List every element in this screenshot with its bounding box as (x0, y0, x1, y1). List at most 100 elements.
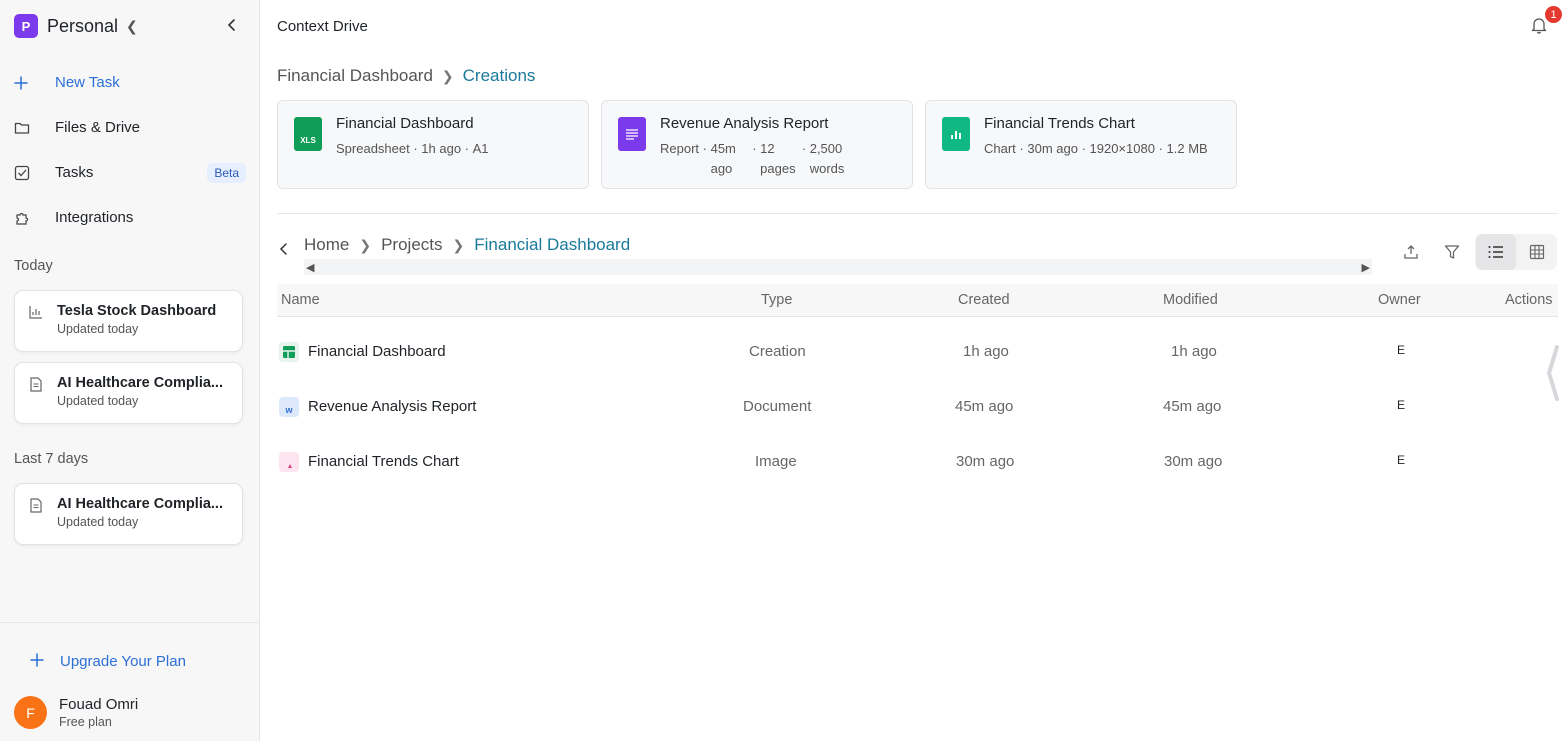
document-icon (29, 498, 45, 544)
user-profile[interactable]: F Fouad Omri Free plan (14, 696, 138, 729)
view-toggle (1475, 234, 1557, 270)
puzzle-icon (14, 210, 38, 226)
list-icon (1488, 246, 1503, 258)
chart-icon (29, 305, 45, 351)
row-type: Image (755, 453, 797, 470)
creations-cards: XLS Financial Dashboard Spreadsheet · 1h… (277, 100, 1237, 189)
sheet-icon (279, 342, 299, 362)
sidebar-item-label: Tasks (55, 164, 94, 181)
main-content: Context Drive 1 Financial Dashboard ❯ Cr… (260, 0, 1568, 741)
sidebar-footer: Upgrade Your Plan F Fouad Omri Free plan (0, 622, 259, 741)
breadcrumb-current[interactable]: Financial Dashboard (474, 235, 630, 255)
user-name: Fouad Omri (59, 696, 139, 713)
list-view-button[interactable] (1476, 234, 1516, 270)
creation-card[interactable]: Financial Trends Chart Chart · 30m ago ·… (925, 100, 1237, 189)
column-header-modified[interactable]: Modified (1163, 292, 1218, 308)
card-title: Financial Dashboard (336, 115, 474, 132)
row-type: Document (743, 398, 812, 415)
upload-button[interactable] (1391, 234, 1431, 270)
card-meta: Report · 45m ago · 12 pages · 2,500 word… (660, 141, 845, 176)
row-owner: E (1397, 398, 1406, 412)
toolbar (1390, 234, 1557, 270)
beta-badge: Beta (207, 162, 246, 183)
path-breadcrumb: Home ❯ Projects ❯ Financial Dashboard (304, 235, 630, 255)
sidebar: P Personal ❮ New Task Files & Drive Task… (0, 0, 260, 741)
plus-icon (30, 650, 44, 673)
filter-button[interactable] (1432, 234, 1472, 270)
row-name: Revenue Analysis Report (308, 398, 477, 415)
row-modified: 1h ago (1171, 343, 1217, 360)
history-item-title: Tesla Stock Dashboard (57, 303, 217, 319)
plus-icon (14, 75, 38, 90)
sidebar-nav: New Task Files & Drive Tasks Beta Integr… (14, 60, 246, 240)
collapse-sidebar-icon[interactable] (224, 17, 240, 36)
row-modified: 45m ago (1163, 398, 1222, 415)
column-header-type[interactable]: Type (761, 292, 792, 308)
column-header-name[interactable]: Name (281, 292, 320, 308)
card-title: Revenue Analysis Report (660, 115, 829, 132)
column-header-actions: Actions (1505, 292, 1553, 308)
row-name: Financial Dashboard (308, 343, 446, 360)
card-title: Financial Trends Chart (984, 115, 1135, 132)
history-item[interactable]: AI Healthcare Complia... Updated today (14, 483, 243, 545)
page-title: Context Drive (277, 18, 368, 35)
row-name: Financial Trends Chart (308, 453, 459, 470)
row-type: Creation (749, 343, 806, 360)
scroll-left-arrow-icon[interactable]: ◀ (306, 261, 314, 274)
chevron-left-icon (1546, 345, 1559, 401)
breadcrumb-current[interactable]: Creations (463, 66, 536, 86)
chevron-right-icon: ❯ (452, 236, 465, 253)
sidebar-item-tasks[interactable]: Tasks Beta (14, 150, 246, 195)
sidebar-item-label: Files & Drive (55, 119, 141, 136)
row-owner: E (1397, 453, 1406, 467)
table-row[interactable]: w Revenue Analysis Report Document 45m a… (277, 380, 1558, 435)
back-button[interactable] (278, 242, 290, 261)
history-item-subtitle: Updated today (57, 394, 139, 408)
table-row[interactable]: Financial Trends Chart Image 30m ago 30m… (277, 435, 1558, 490)
chevron-left-icon (279, 243, 287, 255)
workspace-avatar: P (14, 14, 38, 38)
scroll-right-arrow-icon[interactable]: ▶ (1362, 261, 1370, 274)
sidebar-item-integrations[interactable]: Integrations (14, 195, 246, 240)
sidebar-item-files-drive[interactable]: Files & Drive (14, 105, 246, 150)
word-icon: w (279, 397, 299, 417)
image-icon (279, 452, 299, 472)
side-panel-handle[interactable] (1546, 345, 1560, 401)
history-item[interactable]: Tesla Stock Dashboard Updated today (14, 290, 243, 352)
breadcrumb-item[interactable]: Projects (381, 235, 442, 255)
row-created: 30m ago (956, 453, 1015, 470)
avatar: F (14, 696, 47, 729)
creation-card[interactable]: Revenue Analysis Report Report · 45m ago… (601, 100, 913, 189)
document-file-icon (618, 117, 646, 151)
grid-view-button[interactable] (1517, 234, 1557, 270)
chevron-right-icon: ❯ (359, 236, 372, 253)
card-meta: Chart · 30m ago · 1920×1080 · 1.2 MB (984, 141, 1208, 156)
folder-icon (14, 120, 38, 136)
workspace-switcher[interactable]: P Personal ❮ (14, 14, 246, 38)
card-meta: Spreadsheet · 1h ago · A1 (336, 141, 489, 156)
row-owner: E (1397, 343, 1406, 357)
history-item-subtitle: Updated today (57, 515, 139, 529)
svg-text:w: w (284, 405, 293, 415)
upgrade-plan-button[interactable]: Upgrade Your Plan (30, 650, 186, 673)
table-row[interactable]: Financial Dashboard Creation 1h ago 1h a… (277, 325, 1558, 380)
workspace-name: Personal (47, 15, 119, 36)
table-header: Name Type Created Modified Owner Actions (277, 284, 1558, 317)
row-created: 45m ago (955, 398, 1014, 415)
chevron-left-icon[interactable]: ❮ (126, 18, 138, 35)
filter-icon (1444, 245, 1460, 259)
breadcrumb-item[interactable]: Home (304, 235, 349, 255)
history-item[interactable]: AI Healthcare Complia... Updated today (14, 362, 243, 424)
sidebar-item-label: Integrations (55, 209, 134, 226)
column-header-created[interactable]: Created (958, 292, 1010, 308)
divider (277, 213, 1558, 214)
creation-card[interactable]: XLS Financial Dashboard Spreadsheet · 1h… (277, 100, 589, 189)
breadcrumb-item[interactable]: Financial Dashboard (277, 66, 433, 86)
user-plan: Free plan (59, 715, 112, 729)
new-task-button[interactable]: New Task (14, 60, 246, 105)
chevron-right-icon: ❯ (441, 67, 454, 84)
history-item-title: AI Healthcare Complia... (57, 375, 223, 391)
column-header-owner[interactable]: Owner (1378, 292, 1421, 308)
breadcrumb-scrollbar[interactable]: ◀ ▶ (304, 259, 1372, 275)
chart-file-icon (942, 117, 970, 151)
